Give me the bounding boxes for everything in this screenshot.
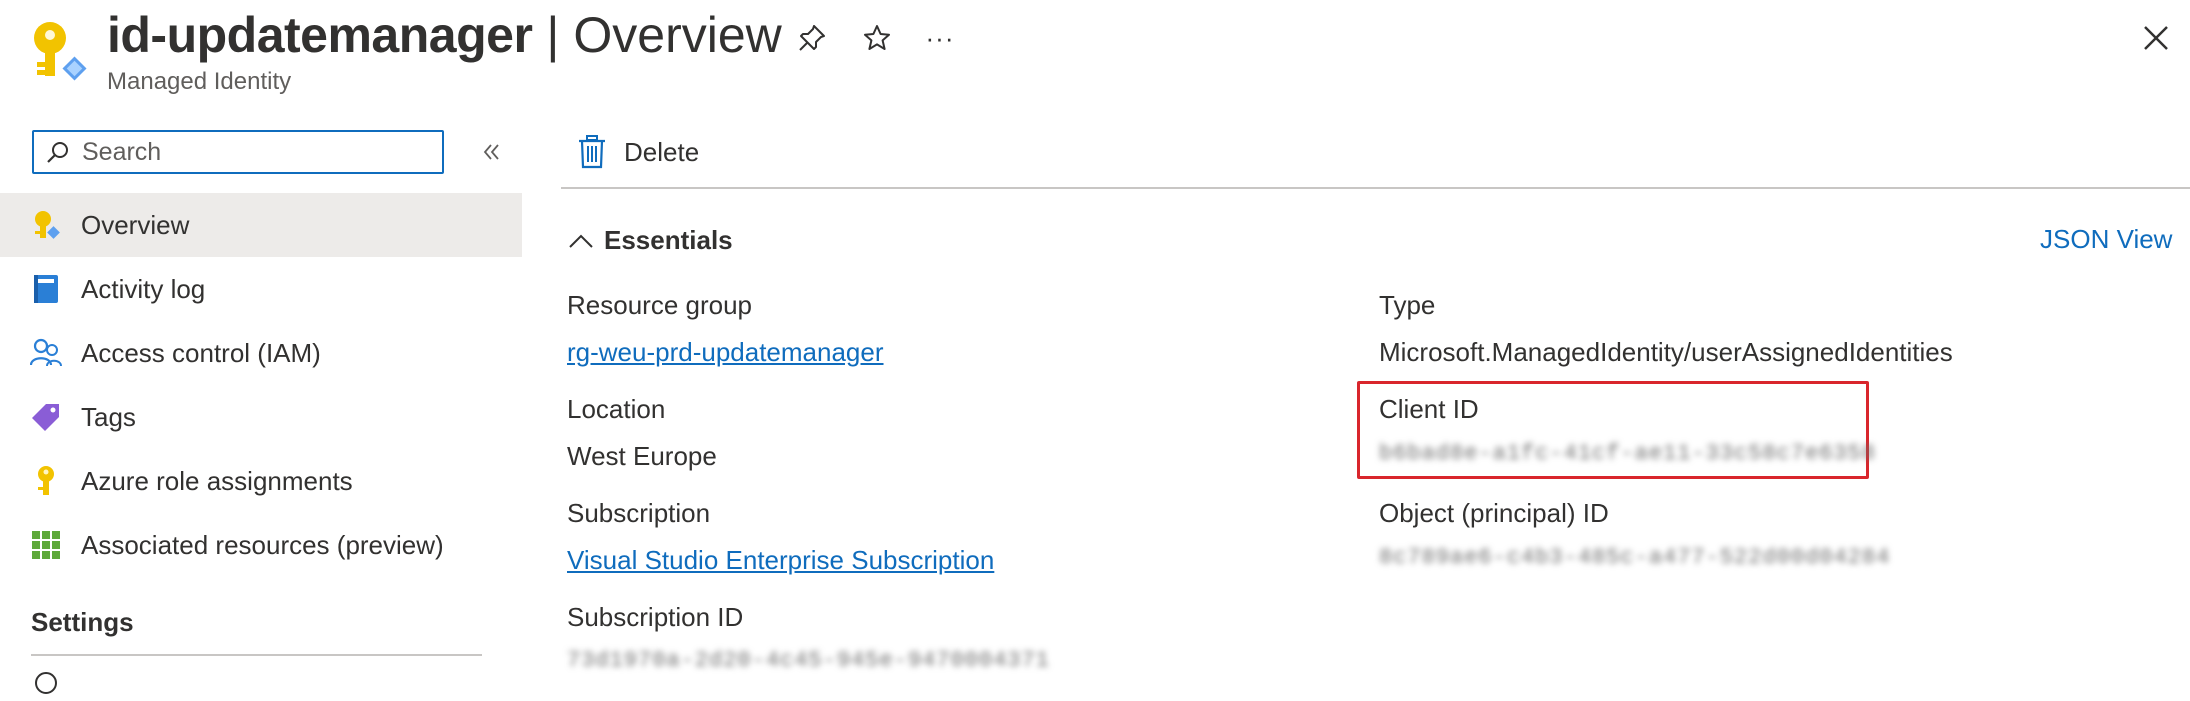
close-icon: [2144, 26, 2168, 50]
json-view-link[interactable]: JSON View: [2040, 224, 2172, 255]
page-title: id-updatemanager | Overview: [107, 6, 782, 64]
sidebar-item-label: Access control (IAM): [81, 337, 321, 368]
star-icon: [864, 25, 890, 50]
sidebar-item-azure-role-assignments[interactable]: Azure role assignments: [0, 449, 522, 513]
activity-log-icon: [30, 273, 62, 305]
settings-section-heading: Settings: [31, 607, 134, 637]
essentials-heading: Essentials: [604, 225, 733, 255]
double-chevron-left-icon: [483, 144, 499, 160]
essentials-toggle[interactable]: Essentials: [568, 225, 733, 256]
search-input[interactable]: [80, 136, 414, 168]
grid-icon: [30, 529, 62, 561]
delete-button[interactable]: Delete: [578, 130, 699, 174]
settings-divider: [31, 654, 482, 656]
search-icon: [47, 142, 68, 163]
pin-icon: [799, 25, 825, 51]
resource-name: id-updatemanager: [107, 7, 533, 63]
delete-label: Delete: [624, 136, 700, 167]
sidebar-item-overview[interactable]: Overview: [0, 193, 522, 257]
object-id-label: Object (principal) ID: [1379, 498, 1609, 528]
subscription-id-value: 73d1970a-2d20-4c45-945e-9470004371: [567, 648, 1050, 673]
more-icon: ···: [925, 22, 955, 53]
tag-icon: [30, 401, 62, 433]
close-button[interactable]: [2132, 14, 2180, 62]
sidebar-item-label: Azure role assignments: [81, 465, 353, 496]
trash-icon: [579, 135, 605, 169]
favorite-button[interactable]: [857, 18, 897, 58]
settings-item-icon: [33, 670, 59, 696]
resource-type-subtitle: Managed Identity: [107, 68, 292, 95]
object-id-value: 8c789ae6-c4b3-485c-a477-522d00d04284: [1379, 545, 1891, 570]
more-options-button[interactable]: ···: [920, 18, 960, 58]
sidebar-item-label: Tags: [81, 401, 136, 432]
key-icon: [30, 465, 62, 497]
managed-identity-resource-icon: [28, 18, 88, 84]
managed-identity-icon: [30, 209, 62, 241]
section-name: Overview: [573, 7, 782, 63]
resource-group-link[interactable]: rg-weu-prd-updatemanager: [567, 337, 884, 368]
people-icon: [30, 337, 62, 369]
location-value: West Europe: [567, 441, 717, 471]
sidebar-item-label: Activity log: [81, 273, 206, 304]
search-box[interactable]: [32, 130, 444, 174]
sidebar-item-label: Associated resources (preview): [81, 529, 444, 560]
subscription-label: Subscription: [567, 498, 711, 528]
resource-group-label: Resource group: [567, 290, 752, 320]
type-value: Microsoft.ManagedIdentity/userAssignedId…: [1379, 337, 1953, 367]
collapse-sidebar-button[interactable]: [474, 134, 510, 170]
sidebar-item-activity-log[interactable]: Activity log: [0, 257, 522, 321]
pin-button[interactable]: [792, 18, 832, 58]
type-label: Type: [1379, 290, 1436, 320]
sidebar-item-tags[interactable]: Tags: [0, 385, 522, 449]
toolbar-divider: [561, 187, 2190, 189]
subscription-id-label: Subscription ID: [567, 602, 744, 632]
title-separator: |: [546, 7, 560, 63]
client-id-value: b6bad8e-a1fc-41cf-ae11-33c58c7e6358: [1379, 441, 1877, 466]
client-id-label: Client ID: [1379, 394, 1479, 424]
location-label: Location: [567, 394, 666, 424]
sidebar-item-associated-resources[interactable]: Associated resources (preview): [0, 513, 522, 577]
subscription-link[interactable]: Visual Studio Enterprise Subscription: [567, 545, 994, 576]
sidebar-item-label: Overview: [81, 209, 190, 240]
sidebar-item-access-control[interactable]: Access control (IAM): [0, 321, 522, 385]
chevron-up-icon: [569, 234, 593, 248]
